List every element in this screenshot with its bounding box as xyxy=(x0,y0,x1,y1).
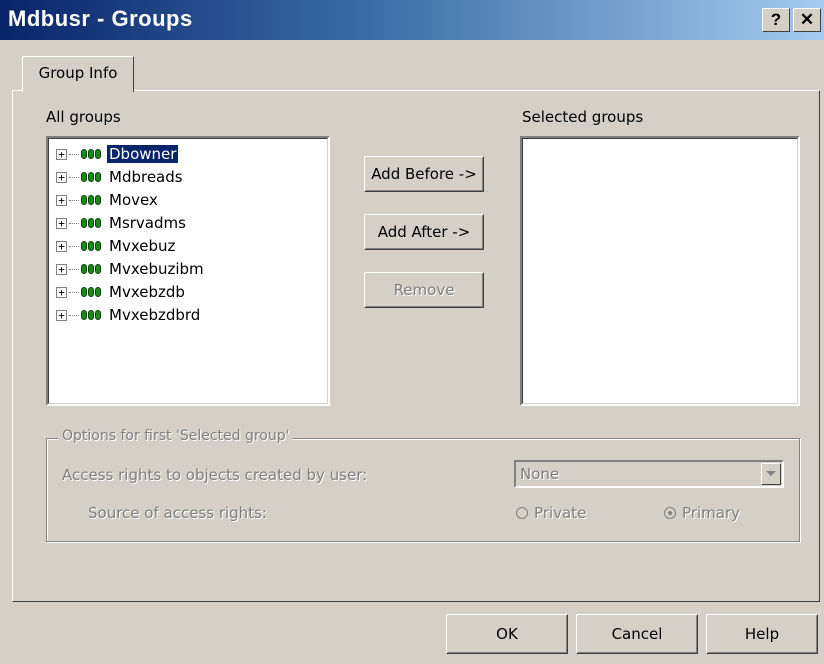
tree-item[interactable]: + Mvxebzdb xyxy=(56,280,187,304)
radio-primary-label: Primary xyxy=(682,504,740,522)
all-groups-label: All groups xyxy=(46,108,121,126)
radio-primary-dot xyxy=(664,507,676,519)
selected-groups-label: Selected groups xyxy=(522,108,644,126)
tree-item[interactable]: + Dbowner xyxy=(56,142,179,166)
remove-button[interactable]: Remove xyxy=(364,272,484,308)
radio-primary[interactable]: Primary xyxy=(664,504,740,522)
tree-item[interactable]: + Msrvadms xyxy=(56,211,188,235)
group-icon xyxy=(81,218,101,228)
tree-item[interactable]: + Mvxebzdbrd xyxy=(56,303,202,327)
group-icon xyxy=(81,172,101,182)
radio-private-dot xyxy=(516,507,528,519)
access-rights-label: Access rights to objects created by user… xyxy=(62,466,368,484)
tree-item[interactable]: + Mvxebuz xyxy=(56,234,177,258)
expand-plus-icon[interactable]: + xyxy=(56,194,67,206)
tree-item[interactable]: + Mvxebuzibm xyxy=(56,257,206,281)
access-rights-value: None xyxy=(520,465,560,483)
group-icon xyxy=(81,241,101,251)
dialog-window: Mdbusr - Groups ? ✕ Group Info All group… xyxy=(0,0,824,664)
tree-item-label: Movex xyxy=(109,191,158,209)
close-icon[interactable]: ✕ xyxy=(793,8,821,32)
group-icon xyxy=(81,264,101,274)
add-before-button[interactable]: Add Before -> xyxy=(364,156,484,192)
expand-plus-icon[interactable]: + xyxy=(56,263,67,275)
help-icon[interactable]: ? xyxy=(762,8,790,32)
tree-connector xyxy=(69,268,79,270)
help-button[interactable]: Help xyxy=(706,614,818,654)
expand-plus-icon[interactable]: + xyxy=(56,171,67,183)
tree-item-label: Mdbreads xyxy=(109,168,183,186)
tree-connector xyxy=(69,176,79,178)
group-icon xyxy=(81,195,101,205)
expand-plus-icon[interactable]: + xyxy=(56,217,67,229)
expand-plus-icon[interactable]: + xyxy=(56,309,67,321)
group-icon xyxy=(81,310,101,320)
all-groups-tree[interactable]: + Dbowner + Mdbreads + Movex + Msrvadms + Mvxebuz… xyxy=(46,136,330,406)
tree-item-label: Dbowner xyxy=(107,145,179,163)
cancel-button[interactable]: Cancel xyxy=(576,614,698,654)
tree-item-label: Mvxebuz xyxy=(109,237,176,255)
source-label: Source of access rights: xyxy=(88,504,267,522)
access-rights-select[interactable]: None xyxy=(514,460,784,488)
radio-private-label: Private xyxy=(534,504,587,522)
add-after-button[interactable]: Add After -> xyxy=(364,214,484,250)
expand-plus-icon[interactable]: + xyxy=(56,286,67,298)
tree-item-label: Msrvadms xyxy=(109,214,186,232)
title-bar[interactable]: Mdbusr - Groups ? ✕ xyxy=(0,0,824,40)
tab-group-info[interactable]: Group Info xyxy=(22,56,134,92)
options-group-label: Options for first 'Selected group' xyxy=(58,428,294,444)
ok-button[interactable]: OK xyxy=(446,614,568,654)
selected-groups-list[interactable] xyxy=(520,136,800,406)
group-icon xyxy=(81,287,101,297)
expand-plus-icon[interactable]: + xyxy=(56,148,67,160)
expand-plus-icon[interactable]: + xyxy=(56,240,67,252)
window-title: Mdbusr - Groups xyxy=(8,6,193,31)
dropdown-arrow-icon[interactable] xyxy=(761,463,781,485)
tree-connector xyxy=(69,199,79,201)
tree-connector xyxy=(69,222,79,224)
options-groupbox xyxy=(46,438,800,542)
tree-item[interactable]: + Movex xyxy=(56,188,160,212)
tree-connector xyxy=(69,245,79,247)
tree-item-label: Mvxebuzibm xyxy=(109,260,204,278)
group-icon xyxy=(81,149,101,159)
tree-connector xyxy=(69,153,79,155)
tree-item[interactable]: + Mdbreads xyxy=(56,165,185,189)
tree-item-label: Mvxebzdb xyxy=(109,283,185,301)
tree-item-label: Mvxebzdbrd xyxy=(109,306,201,324)
radio-private[interactable]: Private xyxy=(516,504,586,522)
tree-connector xyxy=(69,291,79,293)
tree-connector xyxy=(69,314,79,316)
